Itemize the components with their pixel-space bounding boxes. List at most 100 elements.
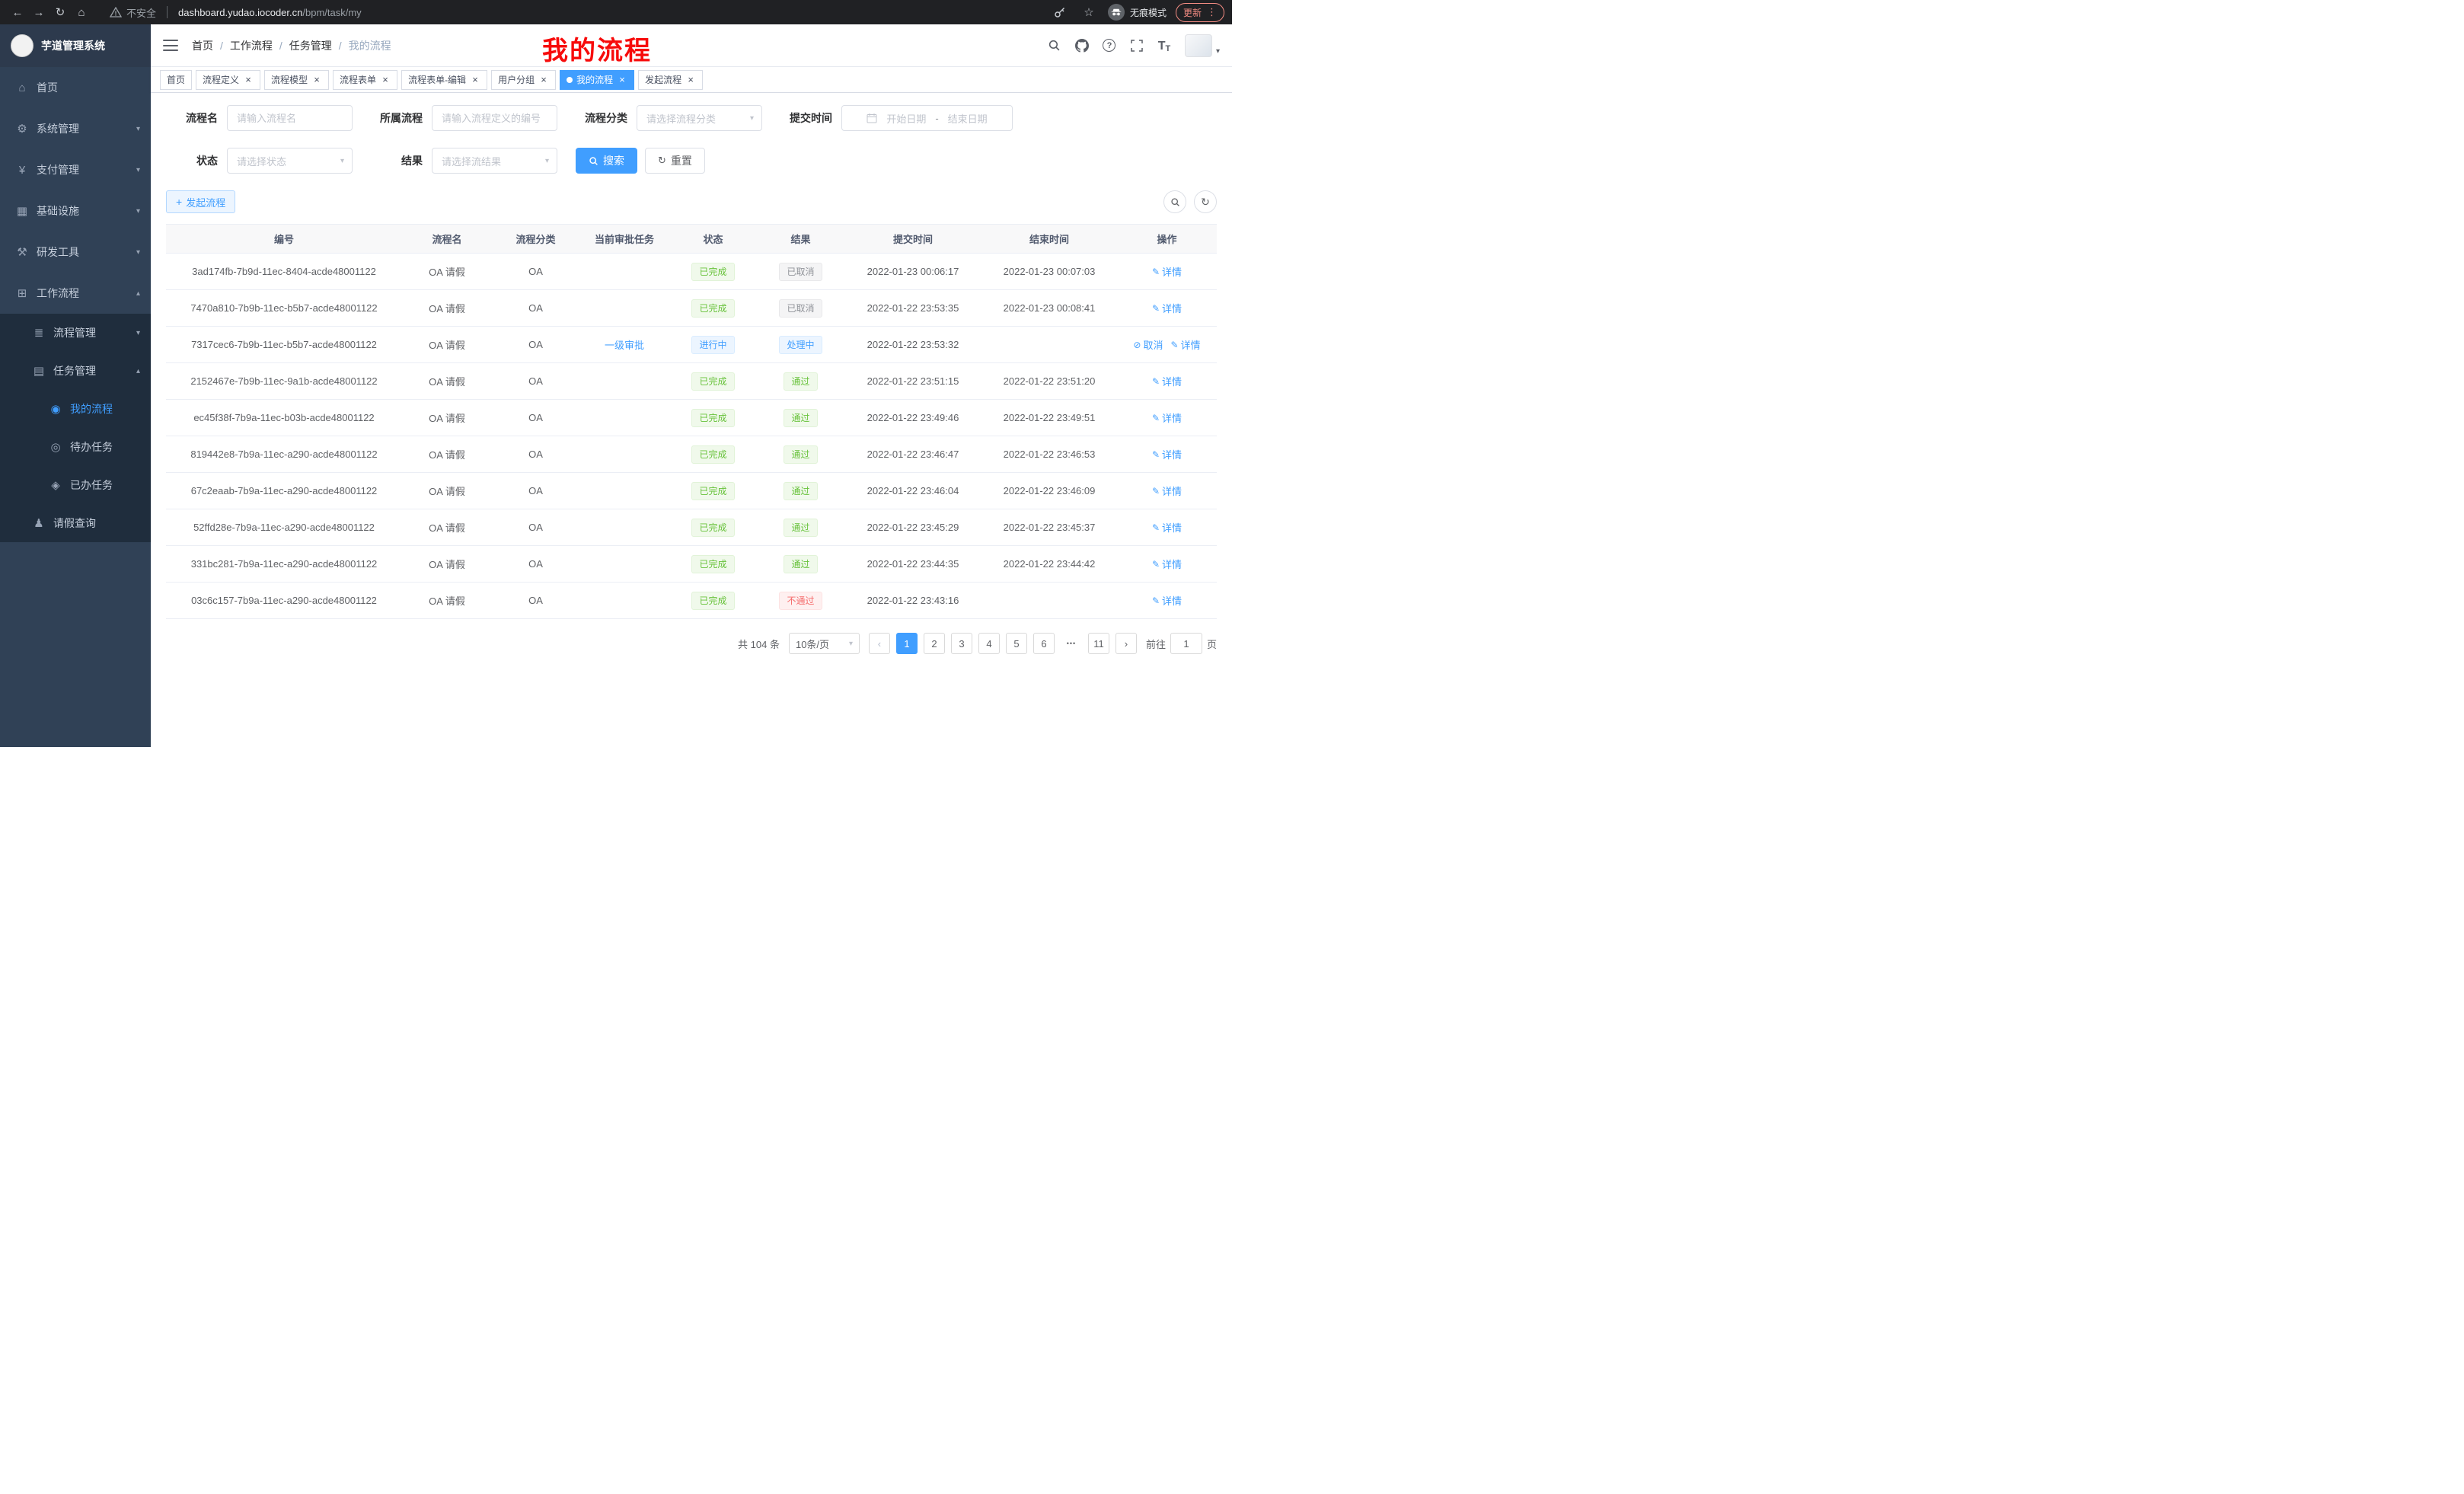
sidebar-item-4[interactable]: ▦基础设施▾ [0,190,151,231]
tab-8[interactable]: 发起流程× [638,70,703,90]
cell-current-task [579,583,669,619]
star-icon[interactable]: ☆ [1079,2,1099,22]
close-icon[interactable]: × [617,75,627,85]
close-icon[interactable]: × [470,75,480,85]
back-icon[interactable]: ← [8,2,27,22]
sidebar-item-6[interactable]: ⊞工作流程▴ [0,273,151,314]
user-avatar[interactable]: ▾ [1185,34,1220,57]
url-bar[interactable]: dashboard.yudao.iocoder.cn/bpm/task/my [178,7,362,18]
detail-action-link[interactable]: ✎详情 [1152,374,1182,388]
column-header: 状态 [669,225,757,254]
close-icon[interactable]: × [538,75,549,85]
detail-action-link[interactable]: ✎详情 [1152,520,1182,535]
overflow-menu-icon[interactable]: ⋮ [1207,6,1217,18]
cell-process-name: OA 请假 [402,400,492,436]
sidebar-item-2[interactable]: ⚙系统管理▾ [0,108,151,149]
page-button-6[interactable]: 6 [1033,633,1055,654]
cell-submit-time: 2022-01-22 23:44:35 [844,546,981,583]
sidebar-item-3[interactable]: ¥支付管理▾ [0,149,151,190]
key-icon[interactable] [1050,2,1070,22]
tab-5[interactable]: 流程表单-编辑× [401,70,487,90]
sidebar-item-9[interactable]: ◉我的流程 [0,390,151,428]
page-button-3[interactable]: 3 [951,633,972,654]
browser-chrome: ← → ↻ ⌂ 不安全 dashboard.yudao.iocoder.cn/b… [0,0,1232,24]
tab-2[interactable]: 流程定义× [196,70,260,90]
app-title: 芋道管理系统 [41,38,105,53]
page-button-11[interactable]: 11 [1088,633,1109,654]
status-tag: 已完成 [691,445,734,464]
forward-icon[interactable]: → [29,2,49,22]
detail-action-link[interactable]: ✎详情 [1152,557,1182,571]
next-page-button[interactable]: › [1116,633,1137,654]
goto-page-input[interactable] [1170,633,1202,654]
category-select[interactable]: 请选择流程分类 ▾ [637,105,762,131]
page-button-5[interactable]: 5 [1006,633,1027,654]
page-button-1[interactable]: 1 [896,633,918,654]
breadcrumb-item[interactable]: 任务管理 [289,38,332,53]
toggle-search-button[interactable] [1163,190,1186,213]
payment-icon: ¥ [15,164,29,177]
close-icon[interactable]: × [243,75,254,85]
sidebar-item-11[interactable]: ◈已办任务 [0,466,151,504]
tab-7[interactable]: 我的流程× [560,70,634,90]
cancel-action-link[interactable]: ⊘取消 [1133,337,1163,352]
font-size-icon[interactable]: TT [1153,34,1176,57]
tab-1[interactable]: 首页 [160,70,192,90]
cell-process-id: 819442e8-7b9a-11ec-a290-acde48001122 [166,436,402,473]
cell-actions: ✎详情 [1117,509,1217,546]
submit-time-range-picker[interactable]: 开始日期 - 结束日期 [841,105,1013,131]
tab-6[interactable]: 用户分组× [491,70,556,90]
page-size-select[interactable]: 10条/页 ▾ [789,633,860,654]
cell-end-time: 2022-01-23 00:08:41 [981,290,1117,327]
sidebar-item-12[interactable]: ♟请假查询 [0,504,151,542]
sidebar-item-8[interactable]: ▤任务管理▴ [0,352,151,390]
close-icon[interactable]: × [685,75,696,85]
security-indicator[interactable]: 不安全 [110,5,156,20]
create-process-button[interactable]: + 发起流程 [166,190,235,213]
fullscreen-icon[interactable] [1125,34,1148,57]
breadcrumb-item[interactable]: 首页 [192,38,213,53]
tab-3[interactable]: 流程模型× [264,70,329,90]
home-icon[interactable]: ⌂ [72,2,91,22]
detail-action-link[interactable]: ✎详情 [1171,337,1201,352]
reload-icon[interactable]: ↻ [50,2,70,22]
result-select[interactable]: 请选择流结果 ▾ [432,148,557,174]
prev-page-button[interactable]: ‹ [869,633,890,654]
search-icon[interactable] [1043,34,1066,57]
status-select[interactable]: 请选择状态 ▾ [227,148,353,174]
cell-result: 处理中 [757,327,844,363]
process-def-input[interactable] [432,105,557,131]
page-button-4[interactable]: 4 [978,633,1000,654]
app-logo[interactable]: 芋道管理系统 [0,24,151,67]
breadcrumb-item[interactable]: 工作流程 [230,38,273,53]
reset-button[interactable]: ↻ 重置 [645,148,705,174]
refresh-table-button[interactable]: ↻ [1194,190,1217,213]
current-task-link[interactable]: 一级审批 [605,337,644,352]
process-name-input[interactable] [227,105,353,131]
detail-action-link[interactable]: ✎详情 [1152,264,1182,279]
close-icon[interactable]: × [380,75,391,85]
sidebar-item-7[interactable]: ≣流程管理▾ [0,314,151,352]
page-button-2[interactable]: 2 [924,633,945,654]
edit-icon: ✎ [1171,340,1179,350]
cell-actions: ✎详情 [1117,583,1217,619]
detail-action-link[interactable]: ✎详情 [1152,301,1182,315]
cell-current-task [579,546,669,583]
breadcrumb-separator: / [339,40,342,52]
sidebar-item-5[interactable]: ⚒研发工具▾ [0,231,151,273]
more-pages-button[interactable]: ••• [1061,633,1082,654]
help-icon[interactable]: ? [1098,34,1121,57]
update-button[interactable]: 更新 ⋮ [1176,3,1224,22]
sidebar-item-1[interactable]: ⌂首页 [0,67,151,108]
detail-action-link[interactable]: ✎详情 [1152,484,1182,498]
cell-submit-time: 2022-01-23 00:06:17 [844,254,981,290]
detail-action-link[interactable]: ✎详情 [1152,593,1182,608]
tab-4[interactable]: 流程表单× [333,70,397,90]
detail-action-link[interactable]: ✎详情 [1152,447,1182,461]
close-icon[interactable]: × [311,75,322,85]
detail-action-link[interactable]: ✎详情 [1152,410,1182,425]
search-button[interactable]: 搜索 [576,148,637,174]
hamburger-icon[interactable] [163,40,178,51]
github-icon[interactable] [1071,34,1093,57]
sidebar-item-10[interactable]: ◎待办任务 [0,428,151,466]
